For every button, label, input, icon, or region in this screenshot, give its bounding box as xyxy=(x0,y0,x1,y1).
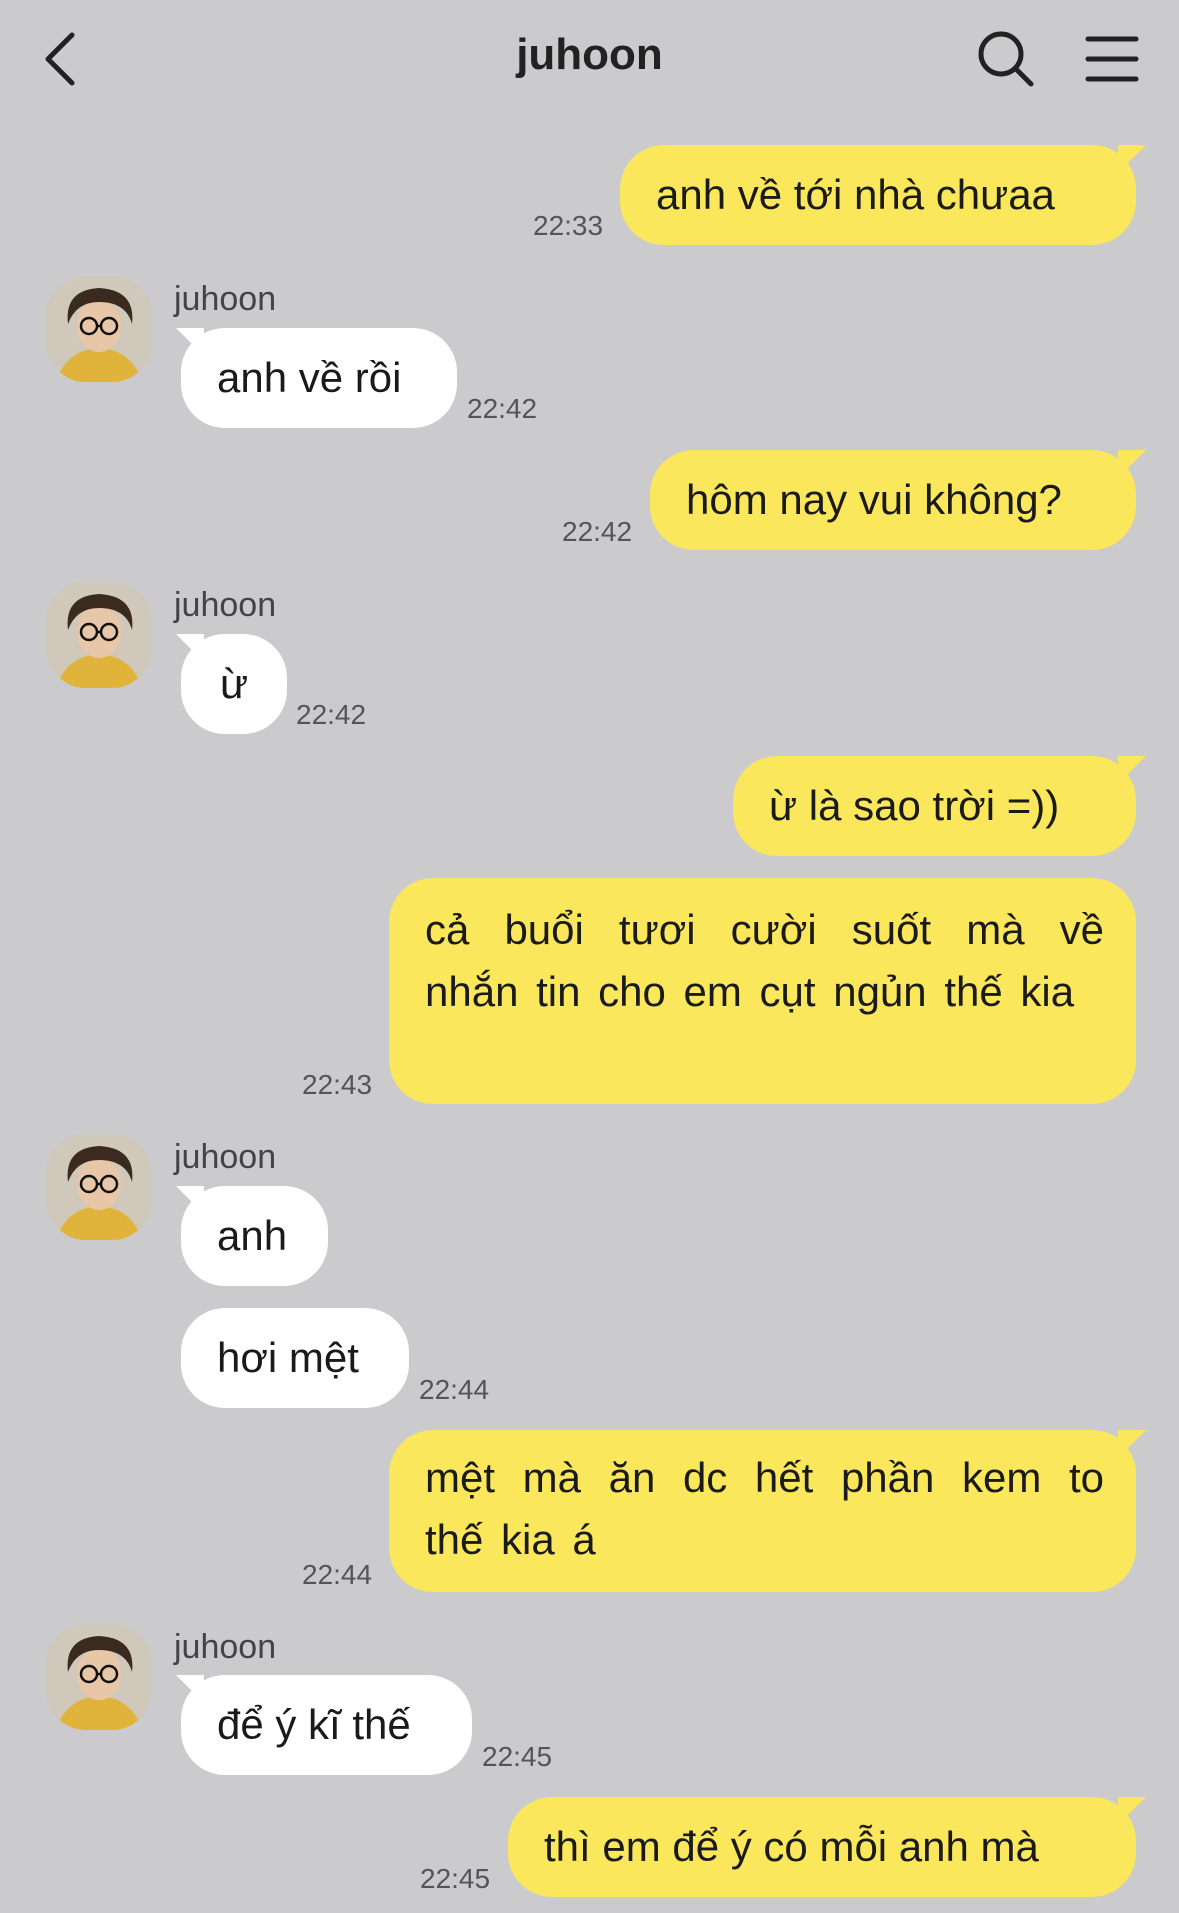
message-time: 22:44 xyxy=(419,1374,490,1405)
message-time: 22:42 xyxy=(296,699,367,730)
sender-name: juhoon xyxy=(174,1628,277,1666)
bubble-tail xyxy=(1118,1430,1146,1458)
avatar-image xyxy=(46,276,152,382)
bubble-tail xyxy=(1118,145,1146,173)
bubble-tail xyxy=(1118,756,1146,784)
avatar-image xyxy=(46,1134,152,1240)
sender-name: juhoon xyxy=(174,280,277,318)
avatar[interactable] xyxy=(46,276,152,382)
message-time: 22:45 xyxy=(420,1863,491,1894)
search-icon xyxy=(978,31,1034,87)
avatar[interactable] xyxy=(46,1134,152,1240)
message-time: 22:44 xyxy=(302,1559,373,1590)
menu-icon xyxy=(1085,36,1139,82)
message-time: 22:42 xyxy=(467,393,538,424)
message-bubble[interactable]: hôm nay vui không? xyxy=(650,450,1136,550)
avatar-image xyxy=(46,1624,152,1730)
message-bubble[interactable]: để ý kĩ thế xyxy=(181,1675,472,1775)
menu-button[interactable] xyxy=(1085,33,1139,85)
sender-name: juhoon xyxy=(174,1138,277,1176)
avatar[interactable] xyxy=(46,1624,152,1730)
message-time: 22:33 xyxy=(533,210,604,241)
message-time: 22:45 xyxy=(482,1741,553,1772)
message-bubble[interactable]: anh về rồi xyxy=(181,328,457,428)
avatar[interactable] xyxy=(46,582,152,688)
message-bubble[interactable]: hơi mệt xyxy=(181,1308,409,1408)
bubble-tail xyxy=(1118,450,1146,478)
chat-header: juhoon xyxy=(0,0,1179,120)
message-bubble[interactable]: ừ là sao trời =)) xyxy=(733,756,1136,856)
avatar-image xyxy=(46,582,152,688)
message-bubble[interactable]: anh về tới nhà chưaa xyxy=(620,145,1136,245)
message-bubble[interactable]: cả buổi tươi cười suốt mà về nhắn tin ch… xyxy=(389,878,1136,1104)
message-bubble[interactable]: mệt mà ăn dc hết phần kem to thế kia á xyxy=(389,1430,1136,1592)
message-time: 22:43 xyxy=(302,1069,373,1100)
message-bubble[interactable]: thì em để ý có mỗi anh mà xyxy=(508,1797,1136,1897)
search-button[interactable] xyxy=(975,28,1037,90)
bubble-tail xyxy=(1118,1797,1146,1825)
message-time: 22:42 xyxy=(562,516,633,547)
sender-name: juhoon xyxy=(174,586,277,624)
